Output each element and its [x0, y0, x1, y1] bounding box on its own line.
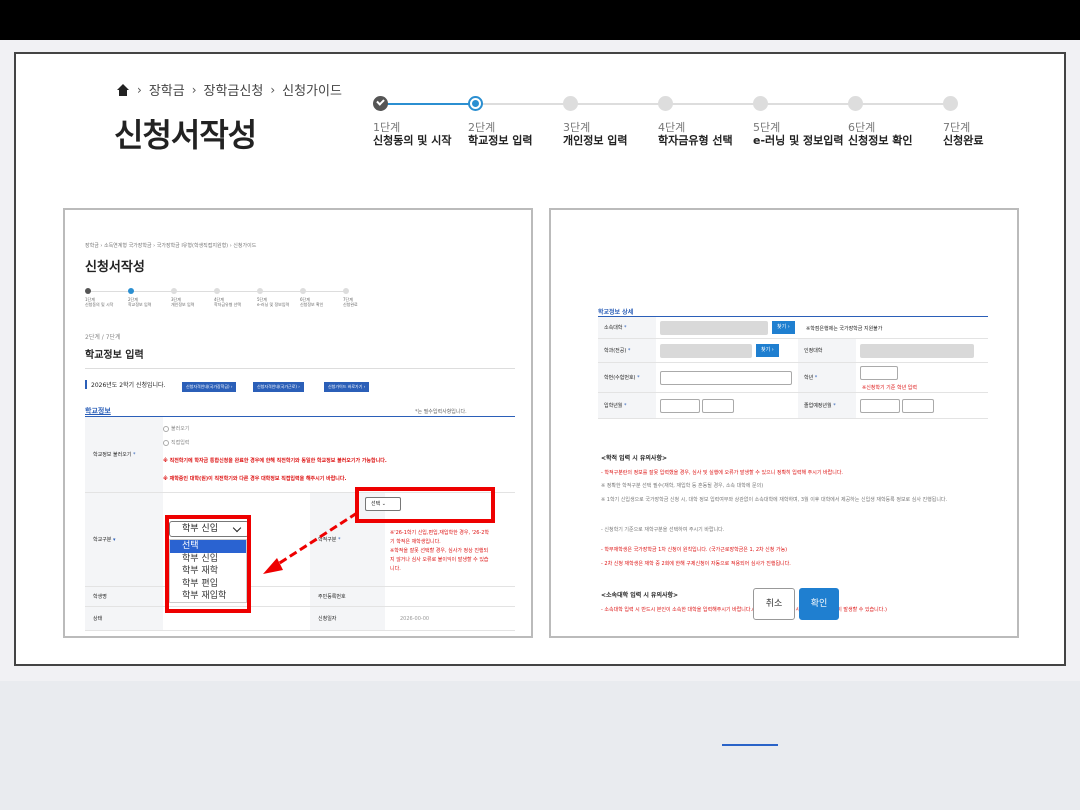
bottom-area — [0, 681, 1080, 810]
red-note-3: ※'26-1학기 신입,편입,재입학한 경우, '26-2학기 학적은 재학생입… — [390, 530, 489, 572]
guide-button[interactable]: 신청가이드 바로가기 › — [324, 382, 370, 392]
step-5: 5단계 e-러닝 및 정보입력 — [753, 96, 863, 148]
underline-bar — [722, 744, 778, 746]
notice-line: ※ 정확한 학적구분 선택 필수(재학, 재입학 등 혼동될 경우, 소속 대학… — [601, 483, 764, 489]
breadcrumb: › 장학금 › 장학금신청 › 신청가이드 — [116, 80, 342, 99]
radio-direct[interactable]: 직접입력 — [163, 439, 189, 446]
info-title: 학교정보 — [85, 407, 111, 415]
notice-line: - 신청학기 기준으로 재학구분을 선택하여 주시기 바랍니다. — [601, 527, 725, 533]
mini-steps: 1단계 신청동의 및 시작 2단계 학교정보 입력 3단계 개인정보 입력 4단… — [85, 288, 375, 312]
notice-line: ※ 1학기 신입생으로 국가장학금 신청 시, 대학 정보 입력여부와 상관없이… — [601, 497, 948, 503]
breadcrumb-item[interactable]: 신청가이드 — [282, 80, 342, 99]
home-icon[interactable] — [116, 83, 130, 96]
red-note-1: ※ 직전학기에 학자금 통합신청을 완료한 경우에 한해 직전학기와 동일한 학… — [163, 458, 387, 464]
school-info-screenshot: 장학금 › 소득연계형 국가장학금 › 국가장학금 I유형(학생직접지원형) ›… — [63, 208, 533, 638]
cancel-button[interactable]: 취소 — [753, 588, 795, 620]
breadcrumb-item[interactable]: 장학금신청 — [204, 80, 264, 99]
breadcrumb-item[interactable]: 장학금 — [149, 80, 185, 99]
detail-title: 학교정보 상세 — [598, 309, 634, 316]
mini-breadcrumb: 장학금 › 소득연계형 국가장학금 › 국가장학금 I유형(학생직접지원형) ›… — [85, 243, 257, 249]
notice-title-1: <학적 입력 시 유의사항> — [601, 455, 668, 462]
entrance-month-select[interactable] — [702, 399, 734, 413]
slide-frame: › 장학금 › 장학금신청 › 신청가이드 신청서작성 1단계 신청동의 및 시작… — [14, 52, 1066, 666]
step-1: 1단계 신청동의 및 시작 — [373, 96, 483, 148]
find-dept-button[interactable]: 찾기 › — [756, 344, 779, 357]
arrow-icon — [263, 511, 358, 574]
stage-indicator: 2단계 / 7단계 — [85, 334, 121, 341]
dept-row: 학과(전공) * 찾기 › 인정대학 — [598, 339, 988, 363]
step-progress: 1단계 신청동의 및 시작 2단계 학교정보 입력 3단계 개인정보 입력 4단계 학자… — [373, 96, 993, 156]
chevron-right-icon: › — [270, 82, 276, 97]
student-id-input[interactable] — [660, 371, 792, 385]
term-notice: 2026년도 2학기 신청입니다. — [85, 380, 166, 389]
chevron-right-icon: › — [137, 82, 142, 97]
confirm-button[interactable]: 확인 — [799, 588, 839, 620]
step-3: 3단계 개인정보 입력 — [563, 96, 673, 148]
entrance-year-select[interactable] — [660, 399, 700, 413]
eligibility-work-button[interactable]: 신청자격안내(국가근로) › — [253, 382, 304, 392]
student-id-row: 학번(수험번호) * 학년 * ※신청학기 기준 학년 입력 — [598, 363, 988, 393]
step-6: 6단계 신청정보 확인 — [848, 96, 958, 148]
highlight-box — [355, 487, 495, 523]
school-detail-screenshot: 학교정보 상세 소속대학 * 찾기 › ※학점은행제는 국가장학금 지원불가 학… — [549, 208, 1019, 638]
chevron-right-icon: › — [191, 82, 197, 97]
school-row: 소속대학 * 찾기 › ※학점은행제는 국가장학금 지원불가 — [598, 317, 988, 339]
section-title: 학교정보 입력 — [85, 350, 144, 361]
find-school-button[interactable]: 찾기 › — [772, 321, 795, 334]
current-step-icon — [468, 96, 483, 111]
step-7: 7단계 신청완료 — [943, 96, 1053, 148]
eligibility-button[interactable]: 신청자격안내(국가장학금) › — [182, 382, 237, 392]
grade-select[interactable] — [860, 366, 898, 380]
check-icon — [373, 96, 388, 111]
top-bar — [0, 0, 1080, 40]
load-row: 학교정보 불러오기 * 불러오기 직접입력 ※ 직전학기에 학자금 통합신청을 … — [85, 417, 515, 493]
step-4: 4단계 학자금유형 선택 — [658, 96, 768, 148]
notice-title-2: <소속대학 입력 시 유의사항> — [601, 592, 679, 599]
graduate-month-select[interactable] — [902, 399, 934, 413]
entrance-row: 입학년월 * 졸업예정년월 * — [598, 393, 988, 419]
notice-line: - 학부재학생은 국가장학금 1차 신청이 원칙입니다. (국가근로장학금은 1… — [601, 547, 788, 553]
graduate-year-select[interactable] — [860, 399, 900, 413]
red-note-2: ※ 재학중인 대학(원)이 직전학기와 다른 경우 대학정보 직접입력을 해주시… — [163, 476, 347, 482]
radio-load[interactable]: 불러오기 — [163, 425, 189, 432]
highlight-box — [165, 515, 251, 613]
step-2: 2단계 학교정보 입력 — [468, 96, 578, 148]
notice-line: - 학적구분란의 정보를 잘못 입력했을 경우, 심사 및 실행에 오류가 발생… — [601, 470, 844, 476]
required-note: *는 필수입력사항입니다. — [415, 409, 467, 415]
mini-title: 신청서작성 — [85, 260, 145, 275]
page-title: 신청서작성 — [114, 116, 257, 154]
notice-line: - 2차 신청 재학생은 재학 중 2회에 한해 구제신청이 자동으로 적용되어… — [601, 561, 791, 567]
